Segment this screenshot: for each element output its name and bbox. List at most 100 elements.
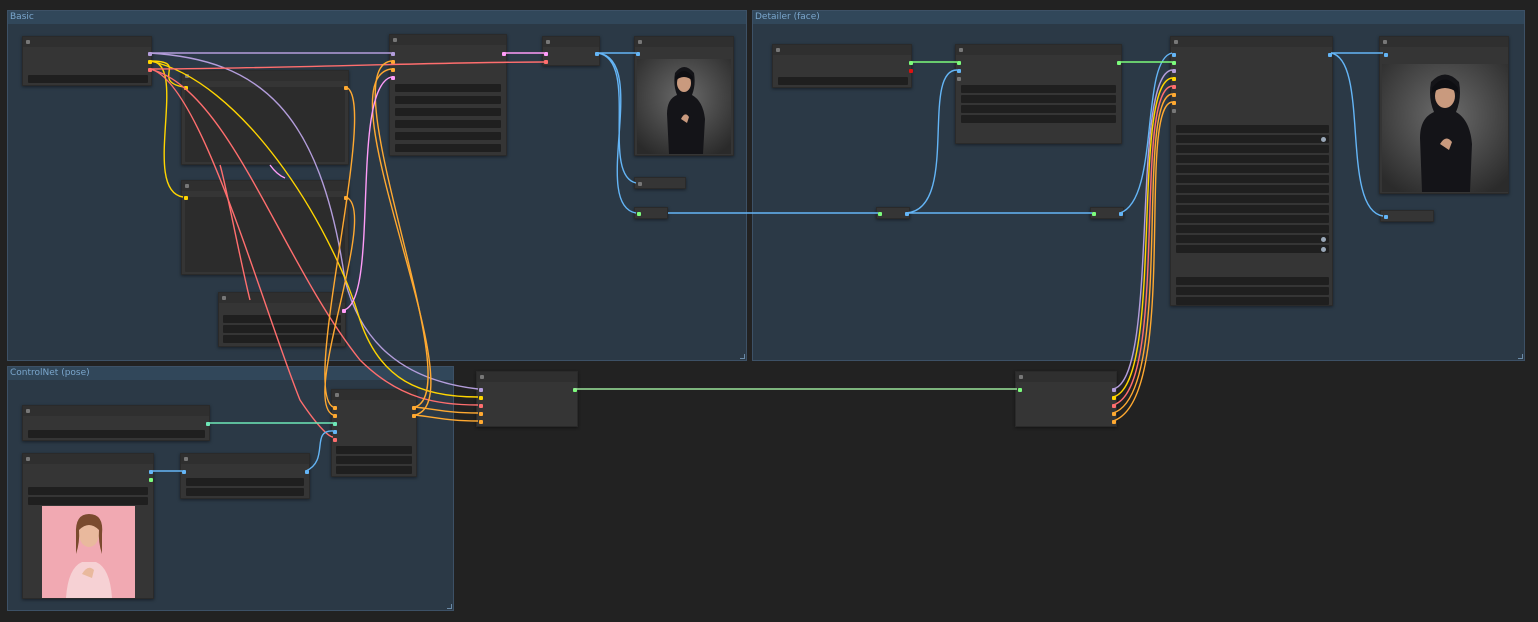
reroute-node[interactable]: [1090, 207, 1124, 219]
node-collapse-dot-icon[interactable]: [480, 375, 484, 379]
image-reroute-node[interactable]: [1380, 210, 1434, 222]
node-collapse-dot-icon[interactable]: [1383, 40, 1387, 44]
threshold-widget[interactable]: [961, 85, 1116, 93]
controlnet-loader-node[interactable]: [22, 405, 210, 441]
noise-mask-widget[interactable]: [1176, 225, 1329, 233]
vae-decode-node[interactable]: [542, 36, 600, 66]
model-input-port[interactable]: [391, 52, 395, 56]
save-image-node[interactable]: [634, 207, 668, 219]
image-file-widget[interactable]: [28, 487, 148, 495]
end-percent-widget[interactable]: [336, 466, 412, 474]
basic-pipe-output-port[interactable]: [573, 388, 577, 392]
image-output-port[interactable]: [905, 212, 909, 216]
node-collapse-dot-icon[interactable]: [1019, 375, 1023, 379]
start-percent-widget[interactable]: [336, 456, 412, 464]
cycle-widget[interactable]: [1176, 287, 1329, 295]
image-output-port[interactable]: [595, 52, 599, 56]
toggle-knob-icon[interactable]: [1321, 137, 1326, 142]
image-input-port[interactable]: [637, 212, 641, 216]
prompt-text-area[interactable]: [185, 197, 345, 272]
image-output-port[interactable]: [1328, 53, 1332, 57]
negative-output-port[interactable]: [1112, 420, 1116, 424]
node-collapse-dot-icon[interactable]: [776, 48, 780, 52]
node-title-bar[interactable]: [773, 45, 911, 55]
node-collapse-dot-icon[interactable]: [638, 40, 642, 44]
ksampler-node[interactable]: [389, 34, 507, 156]
vae-input-port[interactable]: [1172, 85, 1176, 89]
dilation-widget[interactable]: [961, 95, 1116, 103]
resize-corner-icon[interactable]: [740, 354, 745, 359]
node-title-bar[interactable]: [956, 45, 1121, 55]
denoise-widget[interactable]: [1176, 205, 1329, 213]
inpaint-model-widget[interactable]: [1176, 297, 1329, 305]
image-output-port[interactable]: [149, 470, 153, 474]
from-basic-pipe-node[interactable]: [1015, 371, 1117, 427]
negative-output-port[interactable]: [412, 414, 416, 418]
reroute-node[interactable]: [876, 207, 910, 219]
bbox-detector-output-port[interactable]: [909, 61, 913, 65]
node-title-bar[interactable]: [1171, 37, 1332, 47]
guide-size-widget[interactable]: [1176, 125, 1329, 133]
group-basic-title[interactable]: Basic: [8, 11, 746, 24]
negative-input-port[interactable]: [333, 414, 337, 418]
node-title-bar[interactable]: [543, 37, 599, 47]
image-input-port[interactable]: [1172, 53, 1176, 57]
control-after-generate-widget[interactable]: [395, 96, 501, 104]
scheduler-widget[interactable]: [1176, 195, 1329, 203]
image-input-port[interactable]: [333, 430, 337, 434]
drop-size-widget[interactable]: [961, 115, 1116, 123]
checkpoint-name-widget[interactable]: [28, 75, 148, 83]
seed-widget[interactable]: [1176, 155, 1329, 163]
controlnet-input-port[interactable]: [333, 422, 337, 426]
node-collapse-dot-icon[interactable]: [546, 40, 550, 44]
resize-corner-icon[interactable]: [447, 604, 452, 609]
node-title-bar[interactable]: [219, 293, 345, 303]
node-collapse-dot-icon[interactable]: [393, 38, 397, 42]
node-collapse-dot-icon[interactable]: [959, 48, 963, 52]
image-output-port[interactable]: [1119, 212, 1123, 216]
basic-pipe-input-port[interactable]: [1018, 388, 1022, 392]
clip-input-port[interactable]: [184, 196, 188, 200]
model-output-port[interactable]: [1112, 388, 1116, 392]
node-collapse-dot-icon[interactable]: [185, 184, 189, 188]
node-title-bar[interactable]: [23, 37, 151, 47]
node-collapse-dot-icon[interactable]: [638, 182, 642, 186]
node-collapse-dot-icon[interactable]: [185, 74, 189, 78]
bbox-input-port[interactable]: [957, 61, 961, 65]
negative-input-port[interactable]: [391, 68, 395, 72]
ultralytics-detector-node[interactable]: [772, 44, 913, 88]
wildcard-widget[interactable]: [1176, 277, 1329, 285]
model-name-widget[interactable]: [778, 77, 908, 85]
controlnet-name-widget[interactable]: [28, 430, 205, 438]
negative-prompt-node[interactable]: [181, 180, 349, 275]
sampler-widget[interactable]: [395, 132, 501, 140]
sam-loader-node[interactable]: [955, 44, 1122, 144]
conditioning-output-port[interactable]: [344, 196, 348, 200]
positive-input-port[interactable]: [1172, 93, 1176, 97]
image-input-port[interactable]: [878, 212, 882, 216]
preview-image-node[interactable]: [634, 36, 734, 156]
node-collapse-dot-icon[interactable]: [26, 40, 30, 44]
model-input-port[interactable]: [1172, 69, 1176, 73]
clip-output-port[interactable]: [1112, 396, 1116, 400]
load-image-node[interactable]: [22, 453, 154, 599]
vae-input-port[interactable]: [479, 404, 483, 408]
image-input-port[interactable]: [1092, 212, 1096, 216]
vae-input-port[interactable]: [333, 438, 337, 442]
clip-input-port[interactable]: [1172, 77, 1176, 81]
node-title-bar[interactable]: [477, 372, 577, 382]
negative-input-port[interactable]: [1172, 101, 1176, 105]
segm-detector-output-port[interactable]: [909, 69, 913, 73]
segs-output-port[interactable]: [1117, 61, 1121, 65]
node-title-bar[interactable]: [181, 454, 309, 464]
vae-output-port[interactable]: [1112, 404, 1116, 408]
positive-input-port[interactable]: [479, 412, 483, 416]
force-inpaint-widget[interactable]: [1176, 235, 1329, 243]
node-title-bar[interactable]: [332, 390, 416, 400]
max-size-widget[interactable]: [1176, 145, 1329, 153]
positive-output-port[interactable]: [412, 406, 416, 410]
node-title-bar[interactable]: [182, 181, 348, 191]
node-title-bar[interactable]: [23, 406, 209, 416]
node-collapse-dot-icon[interactable]: [26, 457, 30, 461]
upload-widget[interactable]: [28, 497, 148, 505]
